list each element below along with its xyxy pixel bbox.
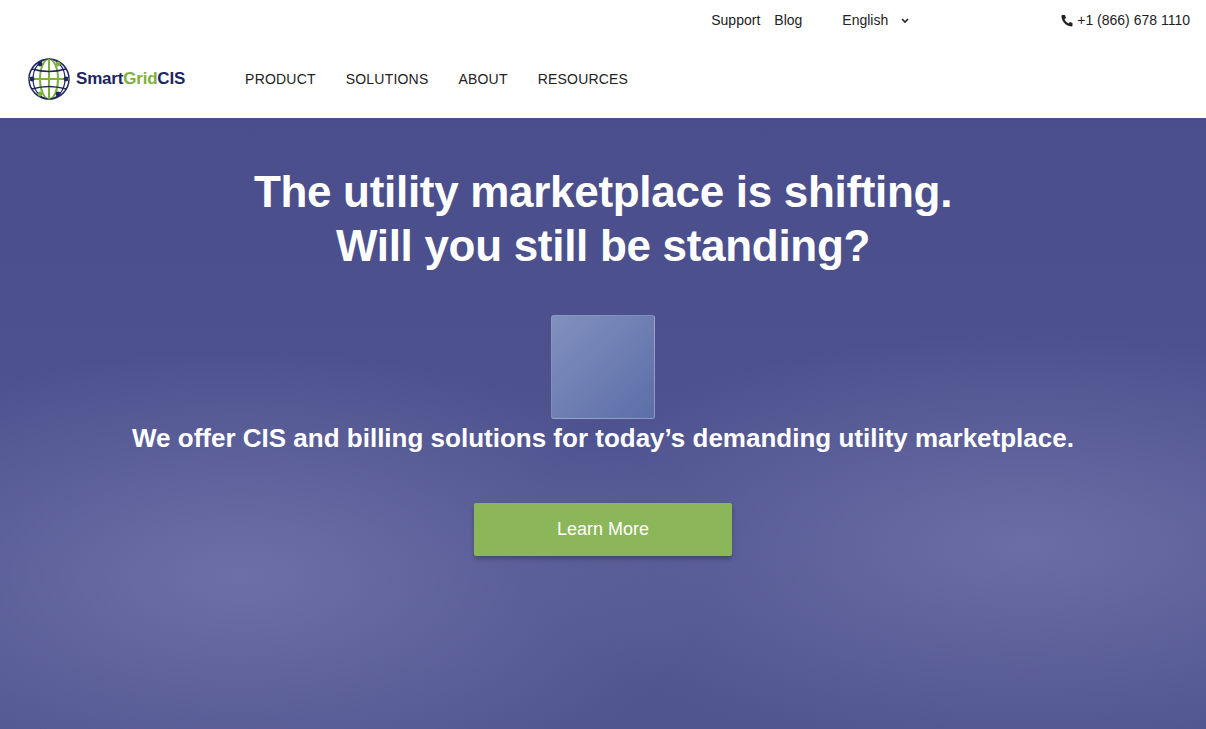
logo-part: Grid — [123, 69, 157, 88]
phone-icon — [1060, 14, 1073, 27]
learn-more-button[interactable]: Learn More — [474, 503, 732, 556]
top-link[interactable]: Support — [711, 10, 760, 31]
site-header: Support Blog English +1 (866) 678 1110 Smar… — [0, 0, 1206, 118]
logo[interactable]: SmartGridCIS — [26, 56, 185, 102]
main-nav: PRODUCT SOLUTIONS ABOUT RESOURCES — [245, 69, 628, 90]
chevron-down-icon — [900, 16, 910, 25]
language-label: English — [842, 10, 888, 31]
nav-link[interactable]: RESOURCES — [538, 69, 628, 90]
main-nav-row: SmartGridCIS PRODUCT SOLUTIONS ABOUT RESOUR… — [0, 40, 1206, 118]
language-selector[interactable]: English — [842, 10, 910, 31]
hero-headline: The utility marketplace is shifting.Will… — [254, 165, 952, 273]
logo-part: Smart — [76, 69, 123, 88]
top-link[interactable]: Blog — [774, 10, 802, 31]
headline-line: Will you still be standing? — [254, 219, 952, 273]
video-thumbnail[interactable] — [551, 315, 655, 419]
phone-link[interactable]: +1 (866) 678 1110 — [1060, 10, 1190, 31]
logo-part: CIS — [157, 69, 185, 88]
globe-logo-icon — [26, 56, 72, 102]
phone-number: +1 (866) 678 1110 — [1077, 10, 1190, 31]
top-bar: Support Blog English +1 (866) 678 1110 — [0, 0, 1206, 40]
top-links: Support Blog English — [711, 10, 910, 31]
hero-subtitle: We offer CIS and billing solutions for t… — [132, 421, 1074, 455]
nav-link[interactable]: SOLUTIONS — [346, 69, 429, 90]
headline-line: The utility marketplace is shifting. — [254, 165, 952, 219]
nav-link[interactable]: PRODUCT — [245, 69, 316, 90]
logo-text: SmartGridCIS — [76, 66, 185, 92]
nav-link[interactable]: ABOUT — [458, 69, 507, 90]
hero-banner: The utility marketplace is shifting.Will… — [0, 118, 1206, 729]
